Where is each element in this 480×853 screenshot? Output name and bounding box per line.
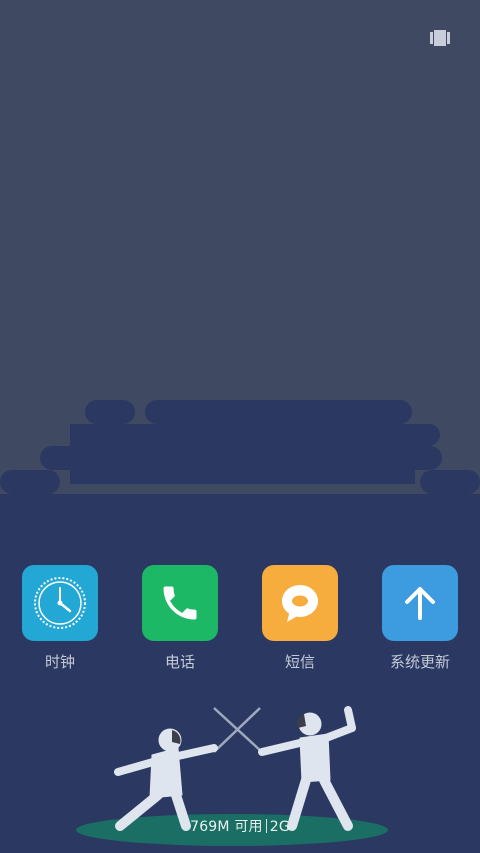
app-label: 系统更新 [389,653,450,671]
clouds-decoration [0,400,480,494]
clock-icon[interactable] [22,565,98,641]
memory-status: 769M 可用 2G [0,816,480,836]
memory-available: 769M 可用 [190,819,263,835]
memory-separator [265,819,267,833]
app-phone[interactable]: 电话 [142,565,218,672]
app-messages[interactable]: 短信 [262,565,338,672]
app-label: 电话 [164,653,195,671]
recent-apps-icon[interactable] [430,30,450,46]
app-clock[interactable]: 时钟 [22,565,98,672]
memory-total: 2G [269,819,290,835]
message-icon[interactable] [262,565,338,641]
phone-icon[interactable] [142,565,218,641]
app-label: 时钟 [44,653,75,671]
arrow-up-icon[interactable] [382,565,458,641]
app-system-update[interactable]: 系统更新 [382,565,458,672]
app-label: 短信 [284,653,315,671]
